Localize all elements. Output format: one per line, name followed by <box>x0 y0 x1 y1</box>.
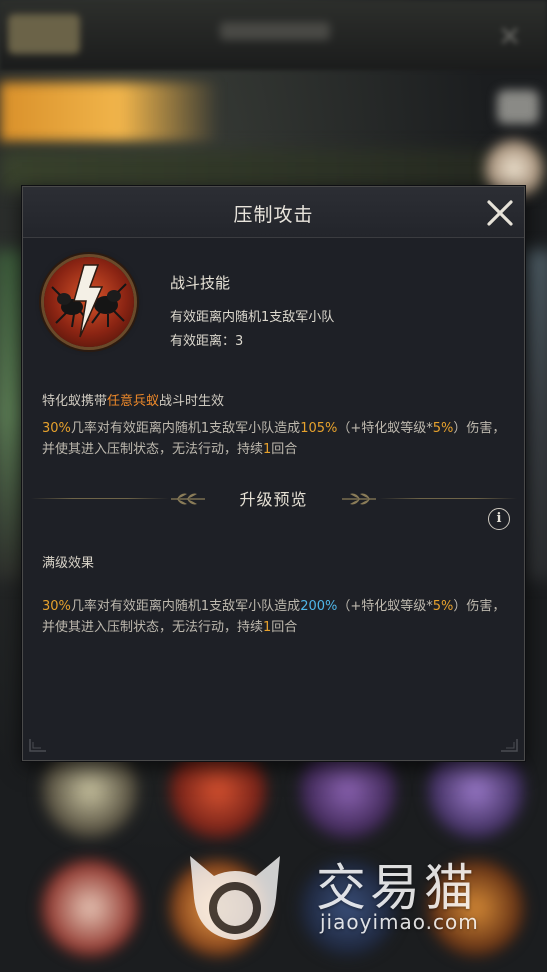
close-button[interactable] <box>484 197 516 229</box>
corner-ornament-icon <box>501 739 518 752</box>
carry-prefix: 特化蚁携带 <box>42 394 108 409</box>
effect-level-bonus: 5% <box>432 421 454 436</box>
effect-level-bonus: 5% <box>432 599 454 614</box>
skill-range-text: 有效距离：3 <box>170 334 244 349</box>
background-back-button <box>8 14 80 54</box>
carry-condition-text: 特化蚁携带任意兵蚁战斗时生效 <box>42 390 224 409</box>
background-close-icon: ✕ <box>498 20 522 53</box>
effect-damage: 105% <box>300 421 338 436</box>
skill-target-text: 有效距离内随机1支敌军小队 <box>170 310 335 325</box>
skill-type-label: 战斗技能 <box>170 274 231 292</box>
background-strip <box>0 150 547 190</box>
background-button <box>497 90 539 124</box>
upgrade-preview-title: 升级预览 <box>239 490 308 509</box>
background-right-panel <box>523 250 547 580</box>
effect-text: 几率对有效距离内随机1支敌军小队造成 <box>70 599 301 614</box>
effect-text: 回合 <box>271 442 298 457</box>
info-icon[interactable]: i <box>488 508 510 530</box>
effect-text: （+特化蚁等级* <box>337 421 433 436</box>
watermark-url: jiaoyimao.com <box>320 910 479 934</box>
effect-text: （+特化蚁等级* <box>337 599 433 614</box>
effect-chance: 30% <box>42 599 71 614</box>
corner-ornament-icon <box>29 739 46 752</box>
carry-highlight: 任意兵蚁 <box>107 394 160 409</box>
background-skill-circle <box>42 860 138 956</box>
effect-text: 回合 <box>271 620 298 635</box>
max-effect-text: 30%几率对有效距离内随机1支敌军小队造成200%（+特化蚁等级*5%）伤害，并… <box>42 596 512 638</box>
effect-text: 几率对有效距离内随机1支敌军小队造成 <box>70 421 301 436</box>
effect-damage: 200% <box>300 599 338 614</box>
dialog-header: 压制攻击 <box>23 187 524 238</box>
background-top-bar: ✕ <box>0 0 547 70</box>
effect-chance: 30% <box>42 421 71 436</box>
watermark: 交易猫 jiaoyimao.com <box>180 836 510 946</box>
background-banner <box>0 82 220 142</box>
cat-logo-icon <box>190 856 280 940</box>
current-effect-text: 30%几率对有效距离内随机1支敌军小队造成105%（+特化蚁等级*5%）伤害，并… <box>42 418 512 460</box>
carry-suffix: 战斗时生效 <box>159 394 225 409</box>
ant-lightning-icon <box>44 257 134 347</box>
close-icon <box>487 200 513 226</box>
background-title <box>220 22 330 40</box>
dialog-title: 压制攻击 <box>233 204 314 226</box>
max-level-title: 满级效果 <box>42 556 95 571</box>
skill-dialog: 压制攻击 战斗技能 有效距离内随机1支敌军小队 有效距离：3 特化蚁携带任意兵蚁… <box>22 186 525 761</box>
